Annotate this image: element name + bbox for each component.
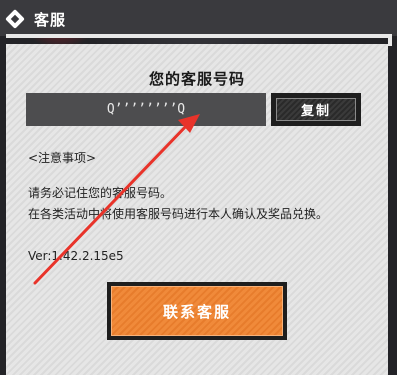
customer-service-panel: 您的客服号码 QʼʼʼʼʼʼʼʼQ 复制 <注意事项> 请务必记住您的客服号码。…	[6, 44, 388, 375]
service-code-field: QʼʼʼʼʼʼʼʼQ	[26, 93, 266, 126]
header-divider	[6, 34, 386, 38]
copy-button[interactable]: 复制	[271, 93, 361, 126]
version-text: Ver:1.42.2.15e5	[28, 249, 124, 263]
notice-line-1: 请务必记住您的客服号码。	[28, 186, 173, 200]
copy-button-label: 复制	[276, 98, 356, 121]
contact-service-button[interactable]: 联系客服	[107, 282, 287, 340]
header-title: 客服	[34, 11, 67, 29]
notice-line-2: 在各类活动中将使用客服号码进行本人确认及奖品兑换。	[28, 207, 329, 221]
panel-title: 您的客服号码	[148, 70, 245, 88]
contact-service-label: 联系客服	[111, 286, 283, 336]
notice-header: <注意事项>	[28, 151, 97, 165]
top-bar: 客服	[0, 0, 397, 36]
back-icon[interactable]	[5, 9, 25, 29]
